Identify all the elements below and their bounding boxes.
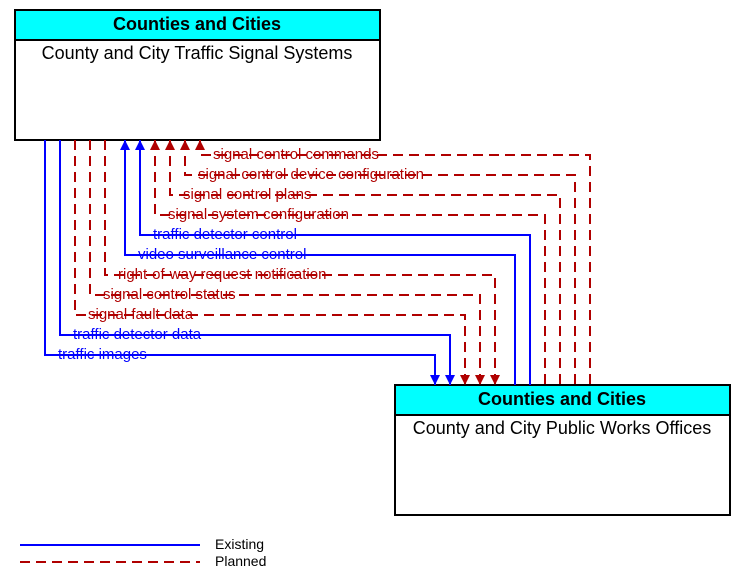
flow-label: right-of-way request notification (118, 266, 326, 283)
flow-label: signal control device configuration (198, 166, 424, 183)
flow-label: traffic detector control (153, 226, 297, 243)
legend: Existing Planned (20, 536, 266, 569)
flow-label: signal control status (103, 286, 236, 303)
node-public-works-offices: Counties and Cities County and City Publ… (395, 385, 730, 515)
flow-label: signal control plans (183, 186, 311, 203)
legend-existing-label: Existing (215, 536, 264, 552)
architecture-diagram: Counties and Cities County and City Traf… (0, 0, 743, 583)
flow-label: video surveillance control (138, 246, 306, 263)
node-traffic-signal-systems: Counties and Cities County and City Traf… (15, 10, 380, 140)
flow-label: traffic detector data (73, 326, 202, 343)
flow-label: traffic images (58, 346, 147, 363)
flow-label: signal system configuration (168, 206, 349, 223)
node-title-label: County and City Public Works Offices (413, 418, 711, 438)
flow-label: signal fault data (88, 306, 194, 323)
node-header-label: Counties and Cities (113, 14, 281, 34)
node-header-label: Counties and Cities (478, 389, 646, 409)
node-title-label: County and City Traffic Signal Systems (42, 43, 353, 63)
flow-label: signal control commands (213, 146, 379, 163)
legend-planned-label: Planned (215, 553, 266, 569)
